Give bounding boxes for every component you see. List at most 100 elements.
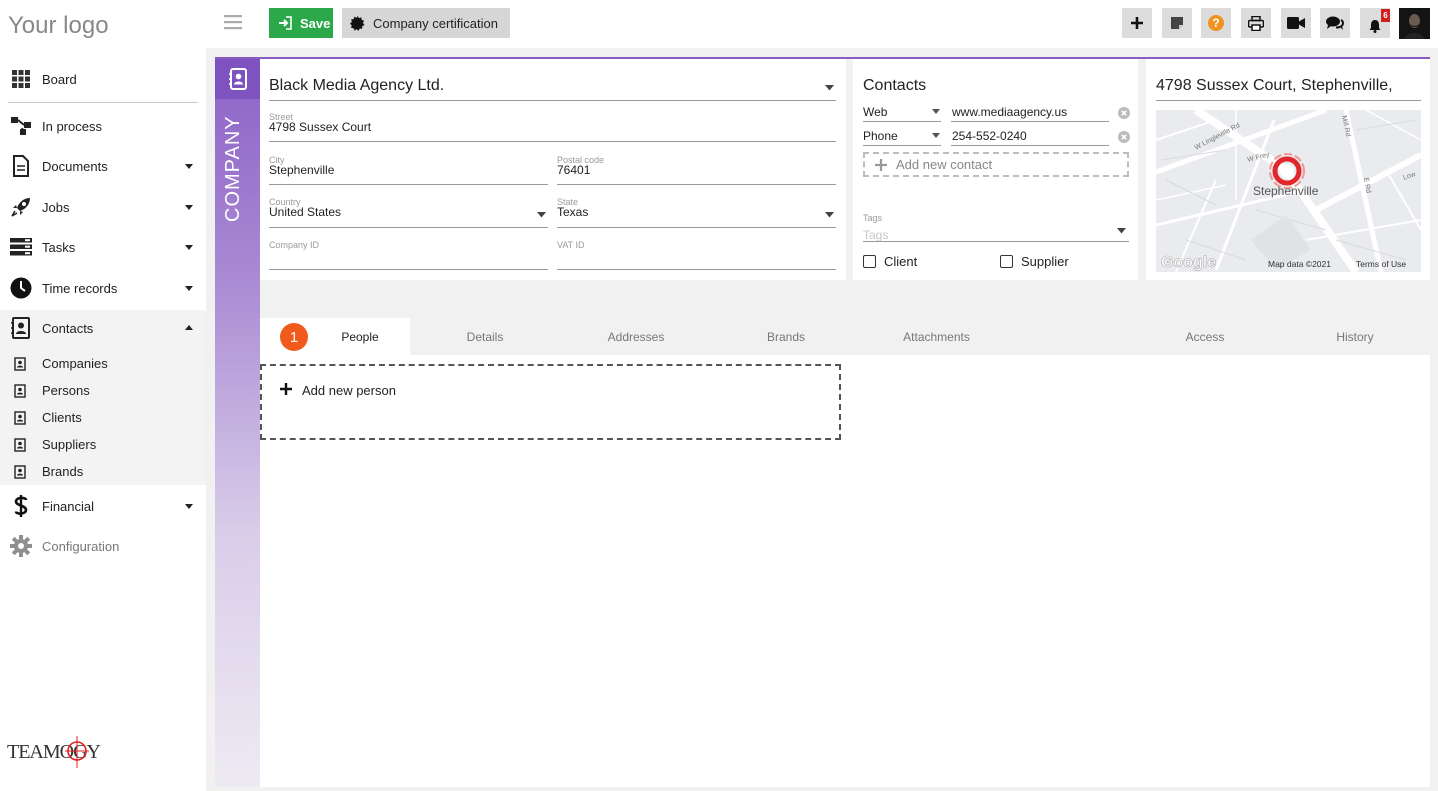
field-underline	[1156, 100, 1421, 101]
checkbox-box[interactable]	[1000, 255, 1013, 268]
sidebar-item-contacts[interactable]: Contacts	[0, 308, 206, 348]
printer-icon	[1248, 15, 1264, 31]
sidebar-subitem-persons[interactable]: Persons	[0, 377, 206, 404]
plus-icon	[280, 383, 292, 395]
supplier-checkbox-label: Supplier	[1021, 254, 1069, 269]
city-input[interactable]: Stephenville	[269, 163, 334, 177]
tab-addresses[interactable]: Addresses	[560, 318, 712, 355]
gear-icon	[9, 534, 33, 558]
tab-access[interactable]: Access	[1130, 318, 1280, 355]
video-call-button[interactable]	[1281, 8, 1311, 38]
dropdown-arrow-icon[interactable]	[932, 133, 940, 138]
location-map[interactable]: W Lingleville Rd W Frey Mill Rd E Rd Low…	[1156, 110, 1421, 272]
add-contact-label: Add new contact	[896, 157, 993, 172]
contact-value-input[interactable]: 254-552-0240	[952, 129, 1027, 143]
plus-icon	[1131, 17, 1143, 29]
add-person-button[interactable]: Add new person	[260, 364, 841, 440]
sidebar-item-label: Documents	[42, 158, 108, 174]
sidebar-item-board[interactable]: Board	[0, 59, 206, 99]
user-avatar[interactable]	[1399, 8, 1430, 39]
contact-type-select[interactable]: Web	[863, 105, 887, 119]
dropdown-arrow-icon[interactable]	[932, 109, 940, 114]
workflow-icon	[9, 114, 33, 138]
tab-label: Attachments	[903, 329, 970, 344]
tab-details[interactable]: Details	[410, 318, 560, 355]
sidebar-subitem-companies[interactable]: Companies	[0, 350, 206, 377]
sidebar-item-in-process[interactable]: In process	[0, 106, 206, 146]
postal-code-field[interactable]: Postal code 76401	[557, 155, 836, 185]
dropdown-arrow-icon[interactable]	[537, 212, 546, 218]
dropdown-arrow-icon[interactable]	[1117, 228, 1126, 234]
sidebar-subitem-brands[interactable]: Brands	[0, 458, 206, 485]
tab-label: Brands	[766, 329, 806, 344]
city-field[interactable]: City Stephenville	[269, 155, 548, 185]
sidebar-subitem-suppliers[interactable]: Suppliers	[0, 431, 206, 458]
client-checkbox[interactable]: Client	[863, 254, 917, 269]
field-underline	[269, 100, 836, 101]
country-field[interactable]: Country United States	[269, 197, 548, 228]
sidebar: Your logo Board In process Documents Job…	[0, 0, 206, 791]
menu-toggle-button[interactable]	[224, 14, 242, 30]
grid-icon	[9, 67, 33, 91]
add-contact-button[interactable]: Add new contact	[863, 152, 1129, 177]
map-terms-link: Terms of Use	[1356, 259, 1406, 269]
video-camera-icon	[1287, 17, 1305, 29]
sidebar-item-configuration[interactable]: Configuration	[0, 526, 206, 566]
postal-code-input[interactable]: 76401	[557, 163, 590, 177]
field-underline	[863, 241, 1129, 242]
field-underline	[557, 184, 836, 185]
dropdown-arrow-icon[interactable]	[825, 212, 834, 218]
vat-id-label: VAT ID	[557, 240, 585, 250]
sidebar-item-financial[interactable]: Financial	[0, 486, 206, 526]
street-field[interactable]: Street 4798 Sussex Court	[269, 112, 836, 142]
company-section-label: COMPANY	[222, 115, 244, 222]
people-count-badge: 1	[280, 323, 308, 351]
field-underline	[951, 145, 1109, 146]
sidebar-subitem-clients[interactable]: Clients	[0, 404, 206, 431]
clear-icon[interactable]	[1118, 107, 1130, 119]
chat-button[interactable]	[1320, 8, 1350, 38]
help-button[interactable]: ?	[1201, 8, 1231, 38]
save-button-label: Save	[300, 15, 331, 31]
tab-label: History	[1336, 329, 1374, 344]
tags-select[interactable]: Tags	[863, 228, 888, 242]
company-type-icon-box	[215, 59, 260, 99]
supplier-checkbox[interactable]: Supplier	[1000, 254, 1069, 269]
dropdown-arrow-icon[interactable]	[825, 85, 834, 91]
print-button[interactable]	[1241, 8, 1271, 38]
add-button[interactable]	[1122, 8, 1152, 38]
checkbox-box[interactable]	[863, 255, 876, 268]
contact-card-icon	[14, 356, 26, 371]
sidebar-item-label: Financial	[42, 498, 95, 514]
sidebar-item-time-records[interactable]: Time records	[0, 268, 206, 308]
note-button[interactable]	[1162, 8, 1192, 38]
country-select[interactable]: United States	[269, 205, 341, 219]
state-select[interactable]: Texas	[557, 205, 588, 219]
contact-type-select[interactable]: Phone	[863, 129, 898, 143]
contact-card-icon	[14, 410, 26, 425]
help-icon: ?	[1208, 15, 1224, 31]
vat-id-field[interactable]: VAT ID	[557, 240, 836, 270]
company-id-field[interactable]: Company ID	[269, 240, 548, 270]
document-icon	[9, 154, 33, 178]
chat-bubbles-icon	[1326, 16, 1344, 30]
clear-icon[interactable]	[1118, 131, 1130, 143]
sidebar-item-tasks[interactable]: Tasks	[0, 227, 206, 267]
svg-text:?: ?	[1212, 16, 1219, 30]
tab-brands[interactable]: Brands	[712, 318, 860, 355]
company-certification-button[interactable]: Company certification	[342, 8, 510, 38]
tab-attachments[interactable]: Attachments	[860, 318, 1013, 355]
plus-icon	[875, 158, 887, 171]
contact-row: Phone 254-552-0240	[863, 126, 1131, 146]
tab-history[interactable]: History	[1280, 318, 1430, 355]
contact-value-input[interactable]: www.mediaagency.us	[952, 105, 1067, 119]
street-input[interactable]: 4798 Sussex Court	[269, 120, 371, 134]
sidebar-item-label: Jobs	[42, 199, 70, 215]
state-field[interactable]: State Texas	[557, 197, 836, 228]
company-name-select[interactable]: Black Media Agency Ltd.	[269, 77, 444, 95]
contact-book-icon	[9, 316, 33, 340]
sidebar-subitem-label: Companies	[42, 356, 108, 371]
save-button[interactable]: Save	[269, 8, 333, 38]
sidebar-item-documents[interactable]: Documents	[0, 146, 206, 186]
sidebar-item-jobs[interactable]: Jobs	[0, 187, 206, 227]
